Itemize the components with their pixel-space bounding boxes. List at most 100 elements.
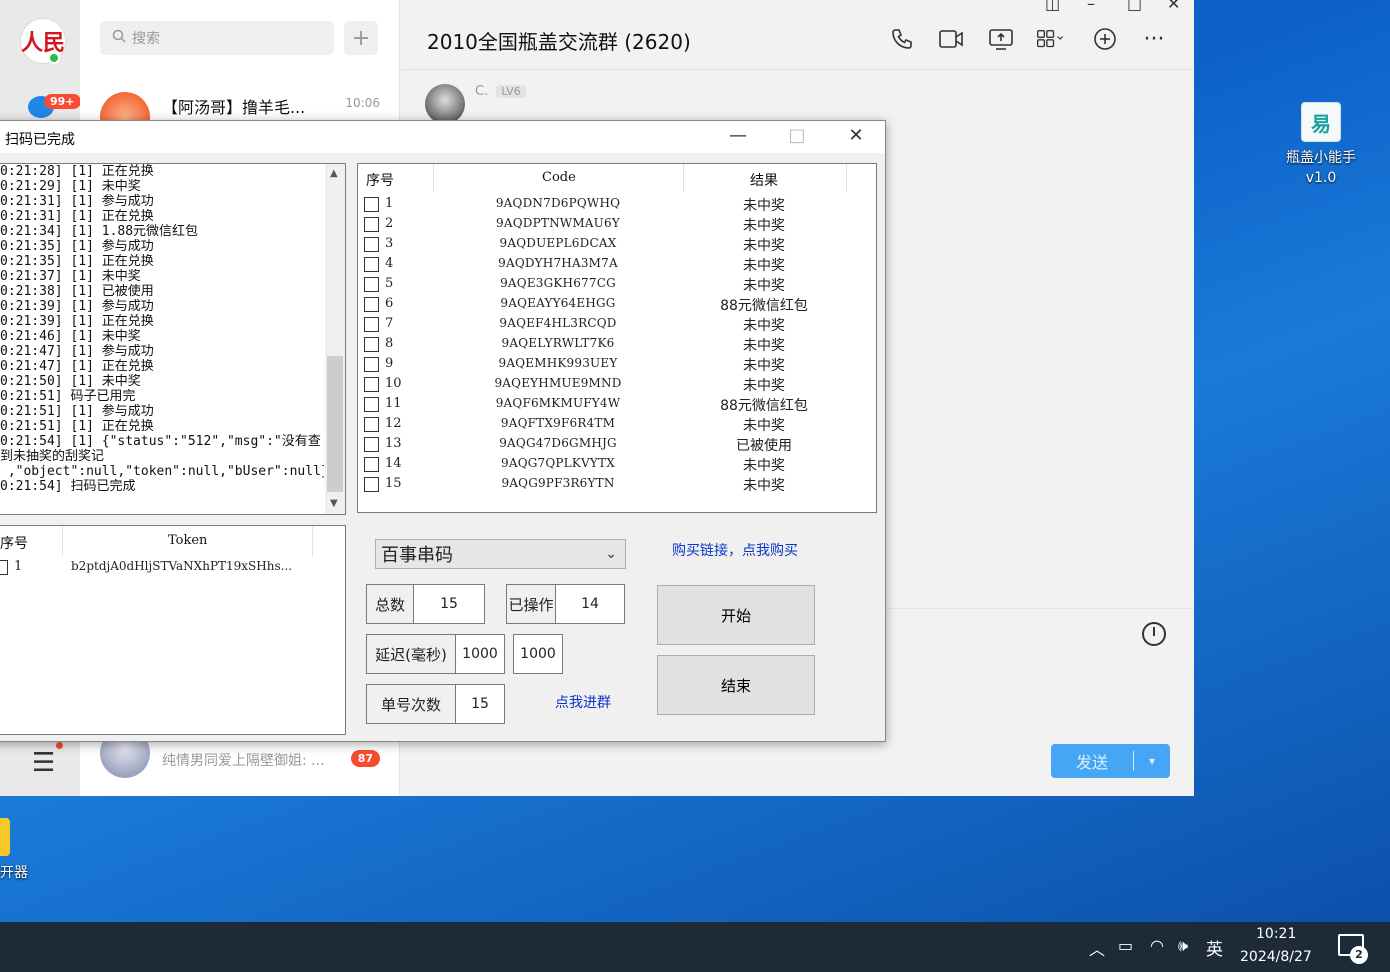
battery-icon[interactable]: ▭ (1118, 936, 1133, 955)
search-input[interactable]: 搜索 (100, 21, 334, 55)
video-call-icon[interactable] (936, 24, 966, 54)
chevron-down-icon[interactable]: ▾ (1134, 754, 1170, 768)
row-no: 3 (385, 236, 394, 251)
log-line: 0:21:47] [1] 正在兑换 (0, 359, 154, 374)
minimize-icon[interactable]: – (1087, 0, 1095, 13)
log-line: 0:21:35] [1] 正在兑换 (0, 254, 154, 269)
scrollbar-thumb[interactable] (327, 356, 343, 492)
table-row[interactable]: 3 9AQDUEPL6DCAX 未中奖 (358, 234, 876, 254)
screen-share-icon[interactable] (986, 24, 1016, 54)
close-icon[interactable]: ✕ (833, 125, 879, 146)
stop-button[interactable]: 结束 (657, 655, 815, 715)
row-checkbox[interactable] (364, 317, 379, 332)
row-code: 9AQEYHMUE9MND (494, 376, 622, 390)
log-line: 0:21:37] [1] 未中奖 (0, 269, 141, 284)
log-line: 0:21:47] [1] 参与成功 (0, 344, 154, 359)
token-row-no: 1 (14, 559, 23, 574)
token-table[interactable]: 序号 Token 1 b2ptdjA0dHljSTVaNXhPT19xSHhs.… (0, 525, 346, 735)
table-row[interactable]: 9 9AQEMHK993UEY 未中奖 (358, 354, 876, 374)
log-output[interactable]: 0:21:28] [1] 正在兑换 0:21:29] [1] 未中奖 0:21:31… (0, 163, 346, 515)
log-scrollbar[interactable]: ▲ ▼ (325, 164, 345, 514)
row-checkbox[interactable] (364, 337, 379, 352)
total-value: 15 (413, 584, 485, 624)
start-button[interactable]: 开始 (657, 585, 815, 645)
table-row[interactable]: 10 9AQEYHMUE9MND 未中奖 (358, 374, 876, 394)
row-checkbox[interactable] (364, 297, 379, 312)
table-row[interactable]: 13 9AQG47D6GMHJG 已被使用 (358, 434, 876, 454)
table-row[interactable]: 6 9AQEAYY64EHGG 88元微信红包 (358, 294, 876, 314)
tray-expand-icon[interactable]: ︿ (1089, 936, 1105, 960)
table-row[interactable]: 1 9AQDN7D6PQWHQ 未中奖 (358, 194, 876, 214)
table-row[interactable]: 2 9AQDPTNWMAU6Y 未中奖 (358, 214, 876, 234)
row-checkbox[interactable] (364, 257, 379, 272)
maximize-icon[interactable]: □ (1127, 0, 1142, 13)
column-header-result[interactable]: 结果 (750, 170, 778, 190)
row-checkbox[interactable] (364, 437, 379, 452)
add-circle-icon[interactable] (1090, 24, 1120, 54)
column-header-no[interactable]: 序号 (0, 533, 28, 553)
log-line: 0:21:35] [1] 参与成功 (0, 239, 154, 254)
column-header-code[interactable]: Code (542, 170, 576, 185)
row-checkbox[interactable] (364, 477, 379, 492)
desktop-shortcut-pinggai[interactable]: 易 瓶盖小能手 v1.0 (1280, 102, 1362, 188)
row-result: 未中奖 (743, 258, 785, 274)
table-row[interactable]: 5 9AQE3GKH677CG 未中奖 (358, 274, 876, 294)
column-header-no[interactable]: 序号 (366, 170, 394, 190)
row-checkbox[interactable] (364, 217, 379, 232)
per-code-count-input[interactable]: 15 (455, 684, 505, 724)
buy-link[interactable]: 购买链接，点我购买 (672, 540, 798, 560)
row-checkbox[interactable] (0, 560, 8, 575)
conversation-name: 【阿汤哥】撸羊毛... (162, 98, 306, 117)
row-checkbox[interactable] (364, 417, 379, 432)
column-header-token[interactable]: Token (168, 533, 207, 548)
row-checkbox[interactable] (364, 277, 379, 292)
table-row[interactable]: 1 b2ptdjA0dHljSTVaNXhPT19xSHhs... (0, 558, 345, 578)
total-label: 总数 (366, 584, 414, 624)
more-options-icon[interactable]: ··· (1139, 24, 1169, 54)
volume-icon[interactable]: 🕪 (1178, 936, 1188, 956)
add-button[interactable]: + (344, 21, 378, 55)
table-row[interactable]: 15 9AQG9PF3R6YTN 未中奖 (358, 474, 876, 494)
phone-icon[interactable] (887, 24, 917, 54)
row-checkbox[interactable] (364, 377, 379, 392)
log-line: 0:21:39] [1] 正在兑换 (0, 314, 154, 329)
dialog-titlebar[interactable]: 扫码已完成 — □ ✕ (0, 121, 885, 153)
join-group-link[interactable]: 点我进群 (555, 692, 611, 712)
message-sender-avatar[interactable] (425, 84, 465, 124)
row-checkbox[interactable] (364, 357, 379, 372)
row-result: 未中奖 (743, 358, 785, 374)
table-row[interactable]: 12 9AQFTX9F6R4TM 未中奖 (358, 414, 876, 434)
code-table[interactable]: 序号 Code 结果 1 9AQDN7D6PQWHQ 未中奖 2 9AQDPTNWMAU… (357, 163, 877, 513)
delay-min-input[interactable]: 1000 (455, 634, 505, 674)
sidebar-toggle-icon[interactable]: ◫ (1045, 0, 1060, 13)
scroll-down-icon[interactable]: ▼ (330, 498, 338, 509)
send-button[interactable]: 发送 ▾ (1051, 744, 1170, 778)
token-value: b2ptdjA0dHljSTVaNXhPT19xSHhs... (71, 559, 293, 573)
row-checkbox[interactable] (364, 457, 379, 472)
code-type-select[interactable]: 百事串码 ⌄ (375, 539, 626, 569)
table-row[interactable]: 11 9AQF6MKMUFY4W 88元微信红包 (358, 394, 876, 414)
menu-icon[interactable]: ☰ (32, 750, 55, 776)
row-checkbox[interactable] (364, 237, 379, 252)
clock-time[interactable]: 10:21 (1256, 926, 1296, 942)
close-icon[interactable]: ✕ (1167, 0, 1180, 13)
table-row[interactable]: 8 9AQELYRWLT7K6 未中奖 (358, 334, 876, 354)
delay-max-input[interactable]: 1000 (513, 634, 563, 674)
apps-grid-icon[interactable] (1036, 24, 1066, 54)
wifi-icon[interactable]: ◠ (1150, 936, 1164, 955)
scroll-up-icon[interactable]: ▲ (330, 168, 338, 179)
desktop-shortcut-icon[interactable] (0, 818, 10, 856)
table-row[interactable]: 14 9AQG7QPLKVYTX 未中奖 (358, 454, 876, 474)
scan-tool-dialog: 扫码已完成 — □ ✕ 0:21:28] [1] 正在兑换 0:21:29] [1… (0, 120, 886, 742)
row-no: 14 (385, 456, 402, 471)
row-no: 1 (385, 196, 394, 211)
table-row[interactable]: 4 9AQDYH7HA3M7A 未中奖 (358, 254, 876, 274)
column-divider (846, 164, 847, 192)
table-row[interactable]: 7 9AQEF4HL3RCQD 未中奖 (358, 314, 876, 334)
minimize-icon[interactable]: — (715, 125, 761, 146)
row-checkbox[interactable] (364, 197, 379, 212)
clock-date[interactable]: 2024/8/27 (1240, 949, 1312, 965)
row-checkbox[interactable] (364, 397, 379, 412)
history-clock-icon[interactable] (1142, 622, 1166, 646)
ime-indicator[interactable]: 英 (1206, 935, 1223, 960)
